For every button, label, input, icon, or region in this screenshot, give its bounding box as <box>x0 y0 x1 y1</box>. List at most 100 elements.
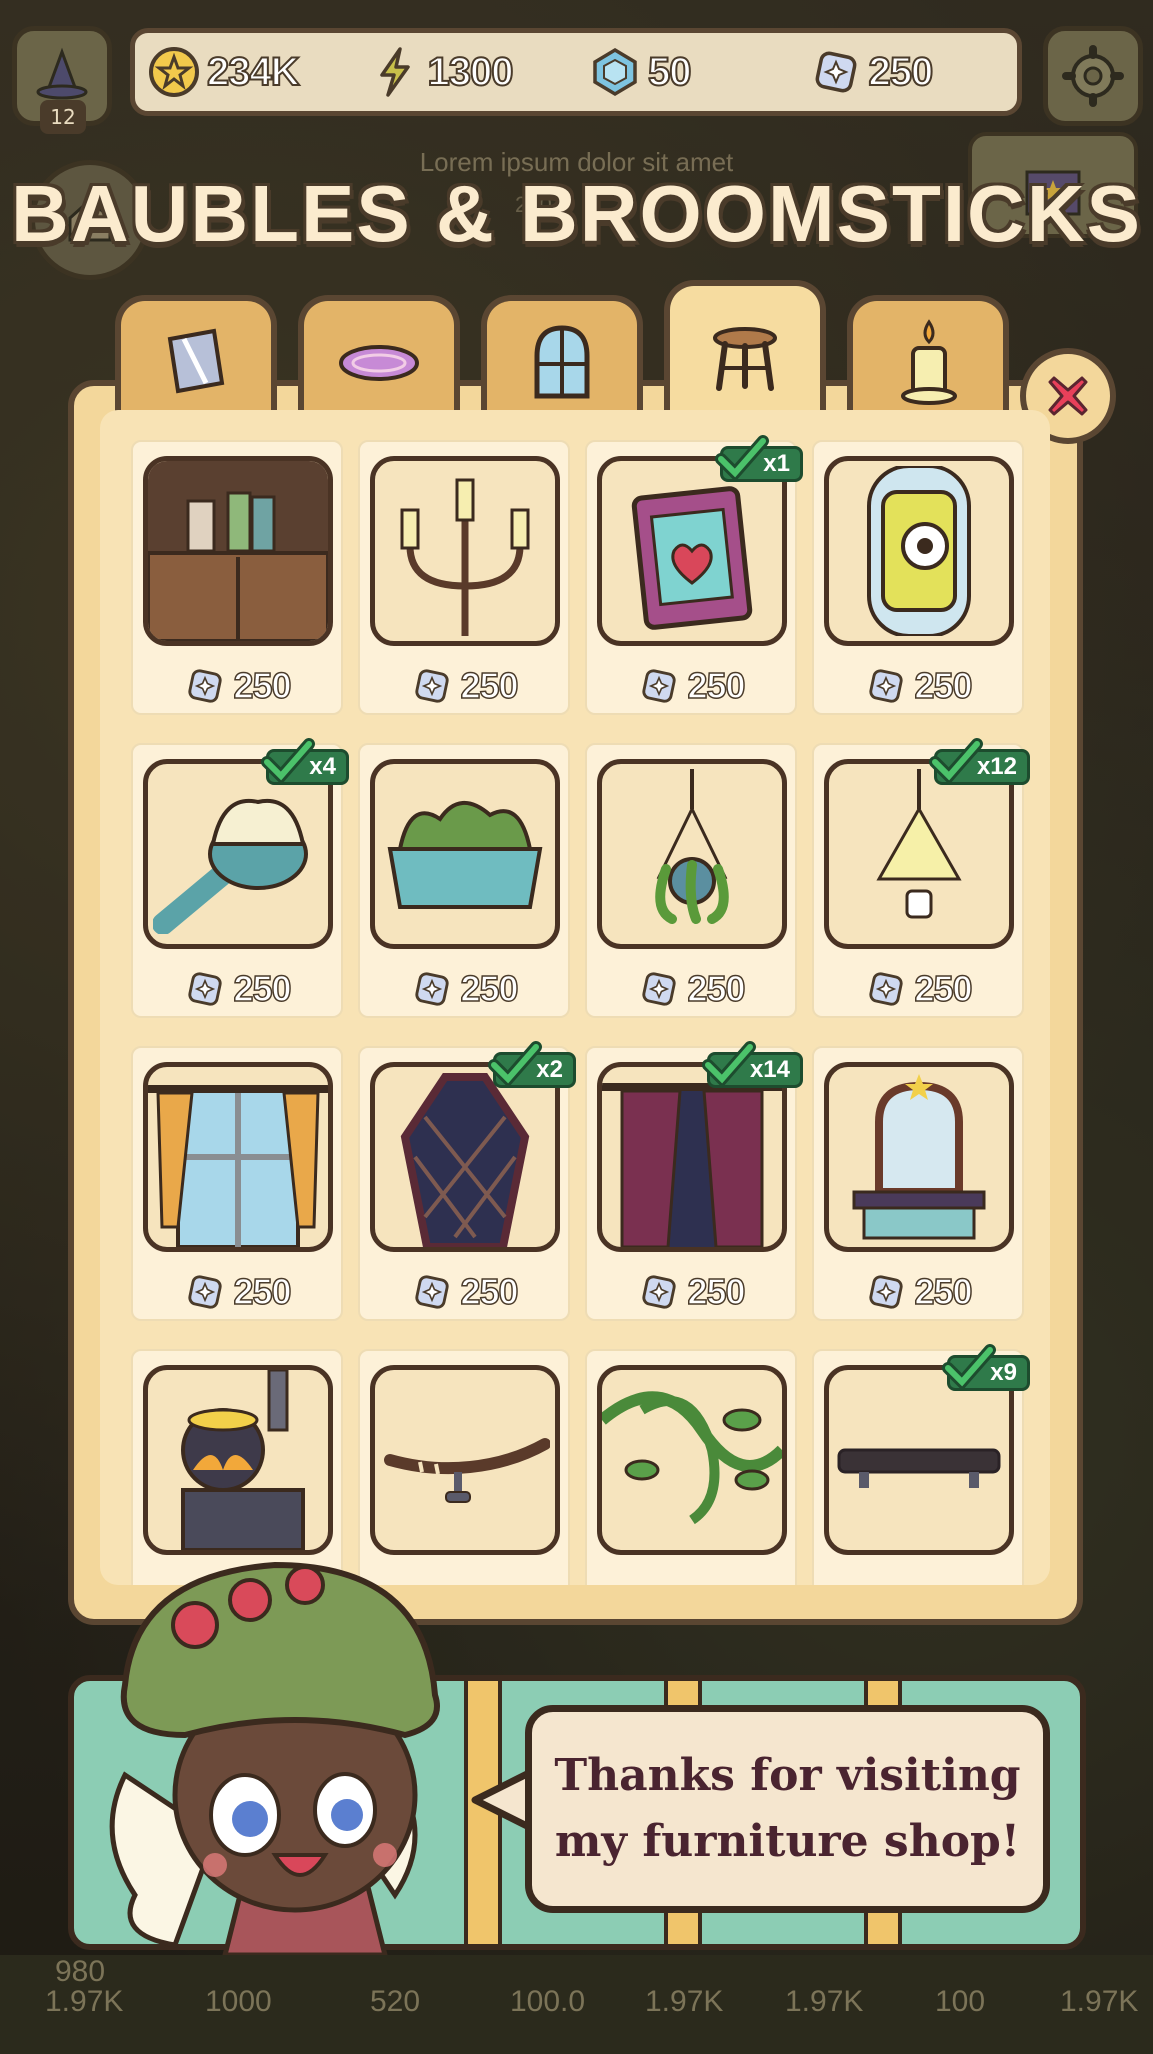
planter-icon <box>387 800 543 909</box>
branch-shelf-image <box>370 1365 560 1555</box>
item-price: 250 <box>914 664 974 707</box>
dark-curtains-icon <box>602 1083 782 1247</box>
wall-shelf-icon <box>837 1448 1001 1488</box>
currency-gems[interactable]: 50 <box>576 45 797 99</box>
shop-item-wall-shelf[interactable]: x9 <box>812 1344 1030 1585</box>
lightning-icon <box>368 45 422 99</box>
sparkle-gem-icon <box>642 1275 677 1309</box>
energy-value: 1300 <box>427 49 515 95</box>
shop-item-eye-lamp[interactable]: 250 <box>812 440 1024 715</box>
shop-item-heart-frame[interactable]: x1 250 <box>585 435 803 715</box>
lantern-image <box>824 759 1014 949</box>
star-coin-icon <box>147 45 201 99</box>
shop-item-dark-curtains[interactable]: x14 250 <box>585 1041 803 1321</box>
currency-bar: 234K 1300 50 250 <box>130 28 1022 116</box>
close-icon <box>1048 376 1088 416</box>
check-icon <box>701 1041 756 1088</box>
shop-item-hanging-plant[interactable]: 250 <box>585 743 797 1018</box>
gems-value: 50 <box>647 49 692 95</box>
gear-icon <box>1062 45 1124 107</box>
heart-frame-image <box>597 456 787 646</box>
item-price: 250 <box>914 967 974 1010</box>
check-icon <box>488 1041 543 1088</box>
bottom-stat: 1.97K <box>45 1985 124 2018</box>
sparkle-gem-icon <box>188 972 223 1006</box>
wallpaper-icon <box>167 328 225 393</box>
shop-item-cabinet[interactable]: 250 <box>131 440 343 715</box>
sparkle-gem-icon <box>415 1275 450 1309</box>
shopkeeper-character <box>109 1561 440 1955</box>
sparkle-gem-icon <box>415 669 450 703</box>
items-grid[interactable]: 250 250 x1 250 250 x4 250 250 250 x12 25… <box>100 410 1050 1585</box>
shop-item-vine[interactable] <box>585 1349 797 1585</box>
cabinet-image <box>143 456 333 646</box>
rug-icon <box>339 344 419 381</box>
item-price: 250 <box>687 664 747 707</box>
bottom-stat: 1.97K <box>785 1985 864 2018</box>
bottom-stat: 100.0 <box>510 1985 586 2018</box>
branch-shelf-icon <box>384 1438 550 1503</box>
sparkle-gem-icon <box>809 45 863 99</box>
shop-item-candelabra[interactable]: 250 <box>358 440 570 715</box>
shop-item-brush[interactable]: x4 250 <box>131 738 349 1018</box>
vanity-mirror-image <box>824 1062 1014 1252</box>
currency-sparkles[interactable]: 250 <box>797 45 1018 99</box>
item-price: 250 <box>233 967 293 1010</box>
tab-rugs[interactable] <box>298 295 460 420</box>
shop-item-vanity-mirror[interactable]: 250 <box>812 1046 1024 1321</box>
owned-badge: x1 <box>715 435 803 482</box>
eye-lamp-image <box>824 456 1014 646</box>
bottom-stat: 1000 <box>205 1985 272 2018</box>
item-price: 250 <box>914 1270 974 1313</box>
eye-lamp-icon <box>867 466 971 636</box>
shop-item-planter[interactable]: 250 <box>358 743 570 1018</box>
cabinet-icon <box>148 461 328 641</box>
level-badge: 12 <box>40 100 86 134</box>
check-icon <box>928 738 983 785</box>
sparkle-gem-icon <box>869 972 904 1006</box>
sparkle-gem-icon <box>415 972 450 1006</box>
vine-icon <box>602 1391 782 1525</box>
sparkle-gem-icon <box>869 669 904 703</box>
currency-coins[interactable]: 234K <box>135 45 356 99</box>
tab-furniture[interactable] <box>664 280 826 425</box>
item-price: 250 <box>687 967 747 1010</box>
sparkle-gem-icon <box>642 972 677 1006</box>
shop-item-curtained-window[interactable]: 250 <box>131 1046 343 1321</box>
witch-hat-icon <box>36 47 88 100</box>
sparkles-value: 250 <box>868 49 935 95</box>
blue-gem-icon <box>588 45 642 99</box>
candelabra-icon <box>400 478 530 636</box>
shop-item-lantern[interactable]: x12 250 <box>812 738 1030 1018</box>
hanging-plant-image <box>597 759 787 949</box>
lantern-icon <box>876 769 962 919</box>
hanging-plant-icon <box>655 769 729 924</box>
candle-icon <box>901 318 957 405</box>
item-price: 250 <box>233 1270 293 1313</box>
bottom-stat: 980 <box>55 1955 106 1988</box>
check-icon <box>261 738 316 785</box>
check-icon <box>715 435 770 482</box>
item-price: 250 <box>233 664 293 707</box>
owned-count: x14 <box>749 1056 790 1083</box>
owned-count: x12 <box>976 753 1017 780</box>
sparkle-gem-icon <box>869 1275 904 1309</box>
coffin-window-icon <box>400 1073 530 1247</box>
planter-image <box>370 759 560 949</box>
tab-candles[interactable] <box>847 295 1009 420</box>
curtained-window-image <box>143 1062 333 1252</box>
settings-button[interactable] <box>1043 26 1143 126</box>
heart-frame-icon <box>631 486 753 630</box>
owned-badge: x12 <box>928 738 1030 785</box>
owned-badge: x4 <box>261 738 349 785</box>
vine-image <box>597 1365 787 1555</box>
tab-wallpaper[interactable] <box>115 295 277 420</box>
shop-item-coffin-window[interactable]: x2 250 <box>358 1041 576 1321</box>
owned-badge: x2 <box>488 1041 576 1088</box>
vanity-mirror-icon <box>852 1074 986 1240</box>
coins-value: 234K <box>206 49 301 95</box>
dark-curtains-image <box>597 1062 787 1252</box>
currency-energy[interactable]: 1300 <box>356 45 577 99</box>
owned-badge: x14 <box>701 1041 803 1088</box>
tab-windows[interactable] <box>481 295 643 420</box>
